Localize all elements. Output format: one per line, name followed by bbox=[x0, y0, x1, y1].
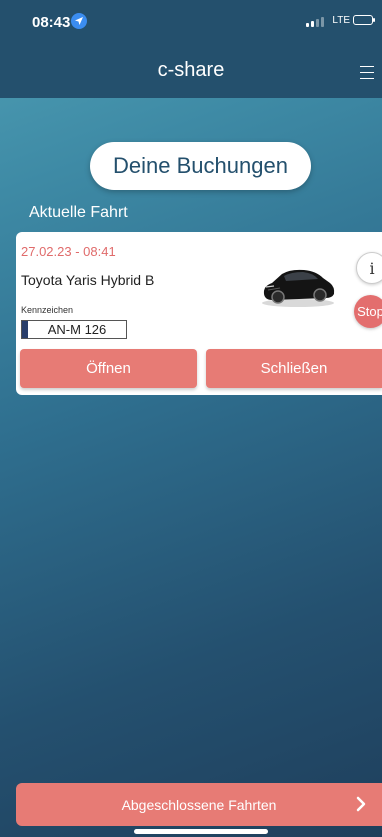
menu-icon[interactable] bbox=[360, 66, 374, 80]
open-car-button[interactable]: Öffnen bbox=[20, 349, 197, 388]
home-indicator bbox=[134, 829, 268, 834]
car-image bbox=[262, 269, 335, 307]
cellular-signal-icon bbox=[306, 17, 324, 27]
stop-button[interactable]: Stop bbox=[354, 295, 382, 328]
chevron-right-icon bbox=[356, 796, 366, 812]
my-bookings-button[interactable]: Deine Buchungen bbox=[90, 142, 311, 190]
current-trip-heading: Aktuelle Fahrt bbox=[29, 204, 128, 221]
location-arrow-icon bbox=[71, 13, 87, 29]
plate-label: Kennzeichen bbox=[21, 305, 74, 315]
status-time: 08:43 bbox=[32, 14, 71, 31]
status-bar: 08:43 LTE bbox=[0, 0, 382, 42]
navigation-bar: c-share bbox=[0, 42, 382, 98]
info-button[interactable]: i bbox=[356, 252, 382, 284]
car-name: Toyota Yaris Hybrid B bbox=[21, 272, 155, 288]
completed-trips-button[interactable]: Abgeschlossene Fahrten bbox=[16, 783, 382, 826]
app-title: c-share bbox=[157, 59, 225, 81]
completed-trips-label: Abgeschlossene Fahrten bbox=[121, 796, 277, 813]
license-plate: AN-M 126 bbox=[21, 320, 127, 339]
current-trip-card: 27.02.23 - 08:41 Toyota Yaris Hybrid B K… bbox=[16, 232, 382, 395]
trip-date: 27.02.23 - 08:41 bbox=[21, 244, 116, 259]
plate-number: AN-M 126 bbox=[47, 322, 107, 337]
network-type: LTE bbox=[332, 15, 350, 26]
lock-car-button[interactable]: Schließen bbox=[206, 349, 382, 388]
battery-icon bbox=[353, 15, 375, 25]
